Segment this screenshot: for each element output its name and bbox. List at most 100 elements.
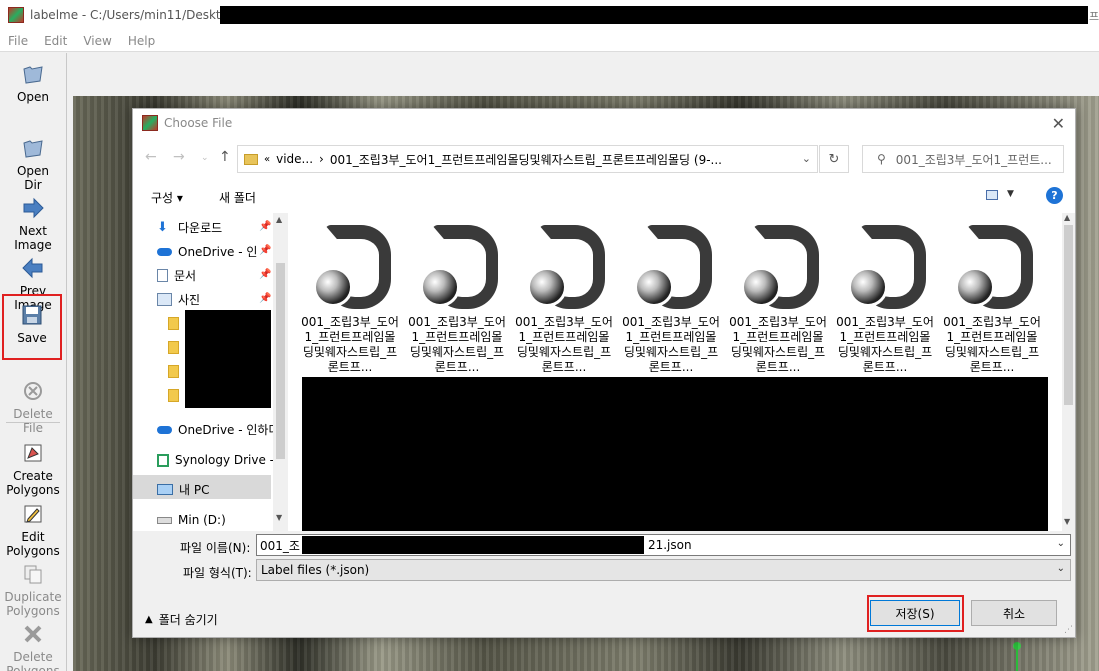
nav-label: 다운로드	[178, 221, 223, 235]
pin-icon[interactable]: 📌	[259, 269, 271, 280]
nav-label: 문서	[174, 269, 197, 283]
json-file-icon	[840, 221, 930, 311]
nav-label: 사진	[178, 293, 201, 307]
filetype-select[interactable]: Label files (*.json) ⌄	[256, 559, 1071, 581]
scroll-down-icon[interactable]: ▼	[1064, 517, 1070, 526]
redacted-path	[220, 6, 1088, 24]
filename-label: 파일 이름(N):	[180, 541, 251, 555]
nav-label: OneDrive - 인하다	[178, 423, 280, 437]
redacted-filename	[301, 536, 644, 554]
save-button[interactable]: Save	[2, 294, 62, 360]
file-list[interactable]: 001_조립3부_도어1_프런트프레임몰딩및웨자스트립_프론트프... 001_…	[292, 213, 1074, 531]
redacted-files	[302, 377, 1048, 531]
folder-icon[interactable]	[168, 317, 179, 330]
chevron-down-icon[interactable]: ⌄	[1057, 563, 1065, 574]
breadcrumb-current-folder[interactable]: 001_조립3부_도어1_프런트프레임몰딩및웨자스트립_프론트프레임몰딩 (9-…	[330, 151, 722, 168]
scroll-up-icon[interactable]: ▲	[276, 215, 282, 224]
nav-label: OneDrive - 인	[178, 245, 258, 259]
pin-icon[interactable]: 📌	[259, 293, 271, 304]
search-input[interactable]: ⚲ 001_조립3부_도어1_프런트...	[862, 145, 1064, 173]
refresh-icon[interactable]: ↻	[819, 145, 849, 173]
view-mode-icon[interactable]	[986, 190, 998, 200]
document-icon	[157, 269, 168, 282]
json-file-icon	[733, 221, 823, 311]
nav-item-synology-drive[interactable]: Synology Drive -	[157, 453, 274, 467]
cancel-button[interactable]: 취소	[971, 600, 1057, 626]
tool-bar: Open Open Dir Next Image Prev Image Save…	[0, 53, 67, 671]
delete-polygons-label: Delete Polygons	[6, 650, 60, 671]
save-label: Save	[17, 331, 47, 345]
back-arrow-icon[interactable]: ←	[145, 149, 157, 165]
folder-open-icon	[23, 140, 43, 158]
cross-delete-icon	[24, 625, 42, 643]
dialog-title: Choose File	[164, 116, 233, 130]
nav-item-downloads[interactable]: ⬇ 다운로드	[157, 219, 222, 236]
file-list-scrollbar[interactable]: ▲ ▼	[1062, 213, 1075, 531]
forward-arrow-icon[interactable]: →	[173, 149, 185, 165]
folder-icon[interactable]	[168, 341, 179, 354]
hide-folders-toggle[interactable]: ▲ 폴더 숨기기	[145, 611, 218, 628]
folder-icon[interactable]	[168, 389, 179, 402]
annotation-point[interactable]	[1013, 642, 1021, 650]
nav-item-drive-d[interactable]: Min (D:)	[157, 513, 226, 527]
menu-edit[interactable]: Edit	[44, 34, 67, 48]
scroll-up-icon[interactable]: ▲	[1064, 213, 1070, 222]
breadcrumb-videos[interactable]: vide...	[276, 152, 313, 166]
file-item[interactable]: 001_조립3부_도어1_프런트프레임몰딩및웨자스트립_프론트프...	[726, 221, 830, 375]
nav-label: Min (D:)	[178, 513, 226, 527]
nav-item-onedrive-work[interactable]: OneDrive - 인하다	[157, 421, 280, 438]
up-arrow-icon[interactable]: ↑	[219, 149, 231, 165]
folder-icon[interactable]	[168, 365, 179, 378]
nav-item-onedrive-personal[interactable]: OneDrive - 인	[157, 243, 257, 260]
nav-item-pictures[interactable]: 사진	[157, 291, 200, 308]
file-item[interactable]: 001_조립3부_도어1_프런트프레임몰딩및웨자스트립_프론트프...	[405, 221, 509, 375]
menu-bar: File Edit View Help	[0, 30, 1099, 52]
filename-input[interactable]: 001_조 21.json ⌄	[256, 534, 1071, 556]
json-file-icon	[412, 221, 502, 311]
filetype-label: 파일 형식(T):	[183, 566, 252, 580]
chevron-up-icon: ▲	[145, 614, 153, 625]
chevron-down-icon[interactable]: ⌄	[802, 152, 811, 165]
file-item[interactable]: 001_조립3부_도어1_프런트프레임몰딩및웨자스트립_프론트프...	[298, 221, 402, 375]
breadcrumb-overflow[interactable]: «	[264, 154, 270, 165]
scrollbar-thumb[interactable]	[276, 263, 285, 459]
chevron-down-icon[interactable]: ⌄	[1057, 538, 1065, 549]
file-item[interactable]: 001_조립3부_도어1_프런트프레임몰딩및웨자스트립_프론트프...	[833, 221, 937, 375]
arrow-right-icon	[23, 197, 44, 219]
menu-view[interactable]: View	[83, 34, 111, 48]
highlight-box	[867, 595, 964, 632]
delete-polygons-button[interactable]: Delete Polygons	[2, 609, 64, 671]
file-name: 001_조립3부_도어1_프런트프레임몰딩및웨자스트립_프론트프...	[729, 315, 827, 374]
file-item[interactable]: 001_조립3부_도어1_프런트프레임몰딩및웨자스트립_프론트프...	[940, 221, 1044, 375]
nav-scrollbar[interactable]: ▲ ▼	[273, 213, 288, 531]
nav-label: 내 PC	[179, 483, 210, 497]
window-title: labelme - C:/Users/min11/Desktop/	[30, 8, 240, 22]
open-button[interactable]: Open	[2, 63, 64, 104]
nav-item-documents[interactable]: 문서	[157, 267, 196, 284]
recent-locations-chevron-icon[interactable]: ⌄	[201, 153, 209, 163]
picture-icon	[157, 293, 172, 306]
file-name: 001_조립3부_도어1_프런트프레임몰딩및웨자스트립_프론트프...	[301, 315, 399, 374]
close-icon[interactable]: ✕	[1052, 114, 1065, 133]
navigation-pane: ⬇ 다운로드 📌 OneDrive - 인 📌 문서 📌 사진 📌 OneDri…	[133, 213, 288, 531]
address-bar[interactable]: « vide... › 001_조립3부_도어1_프런트프레임몰딩및웨자스트립_…	[237, 145, 818, 173]
view-dropdown-caret-icon[interactable]: ▼	[1007, 189, 1014, 199]
file-item[interactable]: 001_조립3부_도어1_프런트프레임몰딩및웨자스트립_프론트프...	[512, 221, 616, 375]
window-title-tail: 프	[1089, 10, 1099, 23]
pin-icon[interactable]: 📌	[259, 245, 271, 256]
file-name: 001_조립3부_도어1_프런트프레임몰딩및웨자스트립_프론트프...	[622, 315, 720, 374]
scrollbar-thumb[interactable]	[1064, 225, 1073, 405]
nav-item-this-pc[interactable]: 내 PC	[157, 481, 209, 498]
menu-help[interactable]: Help	[128, 34, 155, 48]
scroll-down-icon[interactable]: ▼	[276, 513, 282, 522]
delete-circle-icon	[24, 382, 42, 400]
new-folder-button[interactable]: 새 폴더	[219, 189, 256, 206]
pin-icon[interactable]: 📌	[259, 221, 271, 232]
file-item[interactable]: 001_조립3부_도어1_프런트프레임몰딩및웨자스트립_프론트프...	[619, 221, 723, 375]
resize-grip-icon[interactable]: ⋰	[1064, 625, 1073, 635]
menu-file[interactable]: File	[8, 34, 28, 48]
help-icon[interactable]: ?	[1046, 187, 1063, 204]
organize-button[interactable]: 구성 ▾	[151, 189, 183, 206]
computer-icon	[157, 484, 173, 495]
arrow-left-icon	[22, 257, 43, 279]
